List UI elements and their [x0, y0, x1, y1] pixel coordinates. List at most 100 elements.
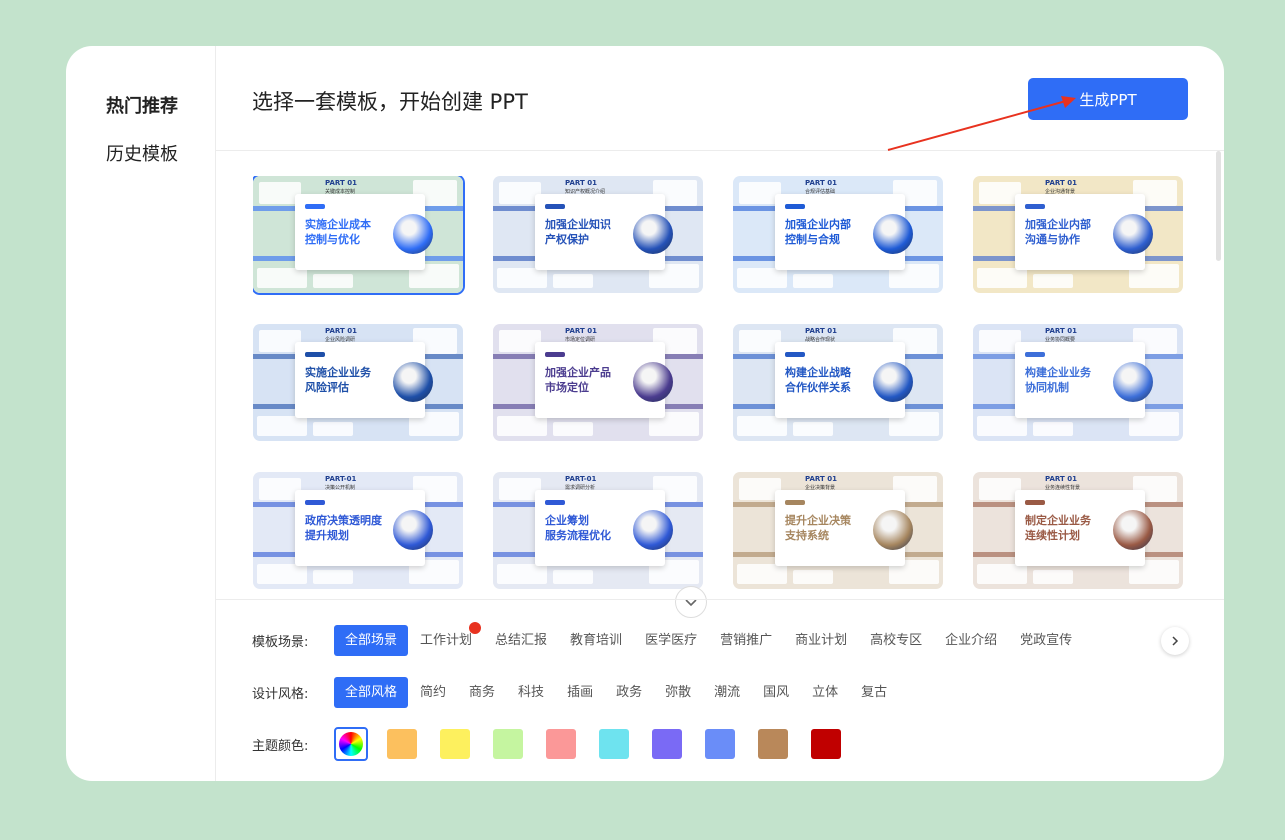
- color-swatch[interactable]: [493, 729, 523, 759]
- card-part-label: PART 01: [1045, 327, 1077, 335]
- scene-chip[interactable]: 全部场景: [334, 624, 409, 656]
- card-subtitle: 企业风险调研: [325, 337, 356, 343]
- template-card[interactable]: PART 01 合规评估基础 加强企业内部 控制与合规: [733, 176, 943, 293]
- card-title-line1: 制定企业业务: [1025, 514, 1091, 527]
- template-card[interactable]: PART 01 战略合作现状 构建企业战略 合作伙伴关系: [733, 324, 943, 441]
- color-swatch[interactable]: [705, 729, 735, 759]
- scene-chip[interactable]: 总结汇报: [484, 625, 558, 656]
- style-chip[interactable]: 简约: [409, 677, 457, 708]
- scene-chip[interactable]: 企业介绍: [934, 625, 1008, 656]
- scene-chip[interactable]: 党政宣传: [1009, 625, 1083, 656]
- card-logo: [305, 352, 325, 357]
- scene-chip[interactable]: 营销推广: [709, 625, 783, 656]
- card-title-line1: 政府决策透明度: [305, 514, 382, 527]
- template-card[interactable]: PART-01 需求调研分析 企业筹划 服务流程优化: [493, 472, 703, 589]
- mini-slide: [1033, 422, 1073, 436]
- hot-icon: [469, 621, 482, 634]
- card-part-label: PART 01: [1045, 475, 1077, 483]
- card-photo: [1113, 362, 1153, 402]
- style-chip[interactable]: 政务: [605, 677, 653, 708]
- card-logo: [1025, 352, 1045, 357]
- color-swatch-all[interactable]: [334, 727, 368, 761]
- card-subtitle: 关键成本控制: [325, 189, 356, 195]
- card-title-line2: 提升规划: [305, 529, 349, 542]
- scene-chip[interactable]: 高校专区: [859, 625, 933, 656]
- scene-chip[interactable]: 商业计划: [784, 625, 858, 656]
- template-card[interactable]: PART 01 企业风险调研 实施企业业务 风险评估: [253, 324, 463, 441]
- card-subtitle: 企业决策背景: [805, 485, 836, 491]
- template-card[interactable]: PART 01 关键成本控制 实施企业成本 控制与优化: [253, 176, 465, 295]
- mini-slide: [793, 570, 833, 584]
- card-part-label: PART-01: [325, 475, 357, 483]
- template-card[interactable]: PART 01 企业沟通背景 加强企业内部 沟通与协作: [973, 176, 1183, 293]
- card-logo: [785, 500, 805, 505]
- card-part-label: PART 01: [325, 179, 357, 187]
- color-swatch[interactable]: [387, 729, 417, 759]
- color-swatch[interactable]: [546, 729, 576, 759]
- sidebar-item-history[interactable]: 历史模板: [106, 140, 178, 166]
- card-title-line1: 实施企业业务: [305, 366, 371, 379]
- card-title-line2: 市场定位: [545, 381, 589, 394]
- scene-filter-label: 模板场景:: [252, 634, 309, 650]
- card-logo: [545, 352, 565, 357]
- card-title-line2: 协同机制: [1025, 381, 1069, 394]
- card-part-label: PART 01: [565, 327, 597, 335]
- color-swatch[interactable]: [599, 729, 629, 759]
- style-chip[interactable]: 潮流: [703, 677, 751, 708]
- card-photo: [393, 510, 433, 550]
- card-logo: [1025, 204, 1045, 209]
- generate-ppt-button[interactable]: 生成PPT: [1028, 78, 1188, 120]
- color-swatch[interactable]: [652, 729, 682, 759]
- card-photo: [393, 362, 433, 402]
- mini-slide: [553, 274, 593, 288]
- template-card[interactable]: PART 01 企业决策背景 提升企业决策 支持系统: [733, 472, 943, 589]
- card-photo: [633, 214, 673, 254]
- card-title-line2: 风险评估: [305, 381, 349, 394]
- template-card[interactable]: PART 01 市场定位调研 加强企业产品 市场定位: [493, 324, 703, 441]
- style-chip[interactable]: 商务: [458, 677, 506, 708]
- card-logo: [785, 204, 805, 209]
- style-chip[interactable]: 科技: [507, 677, 555, 708]
- template-card[interactable]: PART 01 业务协同概要 构建企业业务 协同机制: [973, 324, 1183, 441]
- scene-chip[interactable]: 工作计划: [409, 621, 483, 656]
- scene-chip[interactable]: 教育培训: [559, 625, 633, 656]
- style-chip[interactable]: 插画: [556, 677, 604, 708]
- card-photo: [1113, 214, 1153, 254]
- card-part-label: PART 01: [805, 475, 837, 483]
- style-filter-label: 设计风格:: [252, 686, 309, 702]
- style-chip[interactable]: 弥散: [654, 677, 702, 708]
- card-photo: [633, 362, 673, 402]
- scene-filter-row: 模板场景: 全部场景 工作计划 总结汇报 教育培训 医学医疗 营销推广 商业计划 高校专区 企业…: [252, 621, 1084, 656]
- color-swatch[interactable]: [811, 729, 841, 759]
- scrollbar[interactable]: [1216, 151, 1221, 261]
- color-filter-row: 主题颜色:: [252, 727, 864, 761]
- card-title-line2: 支持系统: [785, 529, 829, 542]
- template-card[interactable]: PART 01 知识产权概况介绍 加强企业知识 产权保护: [493, 176, 703, 293]
- style-chip[interactable]: 全部风格: [334, 676, 409, 708]
- style-chip[interactable]: 立体: [801, 677, 849, 708]
- template-card[interactable]: PART 01 业务连续性背景 制定企业业务 连续性计划: [973, 472, 1183, 589]
- style-chip[interactable]: 国风: [752, 677, 800, 708]
- card-logo: [785, 352, 805, 357]
- card-title-line1: 加强企业内部: [1025, 218, 1091, 231]
- card-subtitle: 合规评估基础: [805, 189, 836, 195]
- scene-chip[interactable]: 医学医疗: [634, 625, 708, 656]
- style-chip[interactable]: 复古: [850, 677, 898, 708]
- color-swatch[interactable]: [758, 729, 788, 759]
- mini-slide: [793, 422, 833, 436]
- card-part-label: PART 01: [1045, 179, 1077, 187]
- card-subtitle: 市场定位调研: [565, 337, 596, 343]
- mini-slide: [737, 416, 787, 436]
- scene-next-button[interactable]: [1161, 627, 1189, 655]
- template-card[interactable]: PART-01 决策公开机制政府决策透明度 提升规划: [253, 472, 463, 589]
- chevron-right-icon: [1172, 636, 1179, 646]
- page-title: 选择一套模板，开始创建 PPT: [252, 90, 528, 114]
- sidebar-item-hot[interactable]: 热门推荐: [106, 92, 178, 118]
- card-photo: [873, 362, 913, 402]
- card-subtitle: 决策公开机制: [325, 485, 356, 491]
- card-part-label: PART 01: [565, 179, 597, 187]
- card-logo: [545, 204, 565, 209]
- color-swatch[interactable]: [440, 729, 470, 759]
- mini-slide: [257, 416, 307, 436]
- mini-slide: [497, 564, 547, 584]
